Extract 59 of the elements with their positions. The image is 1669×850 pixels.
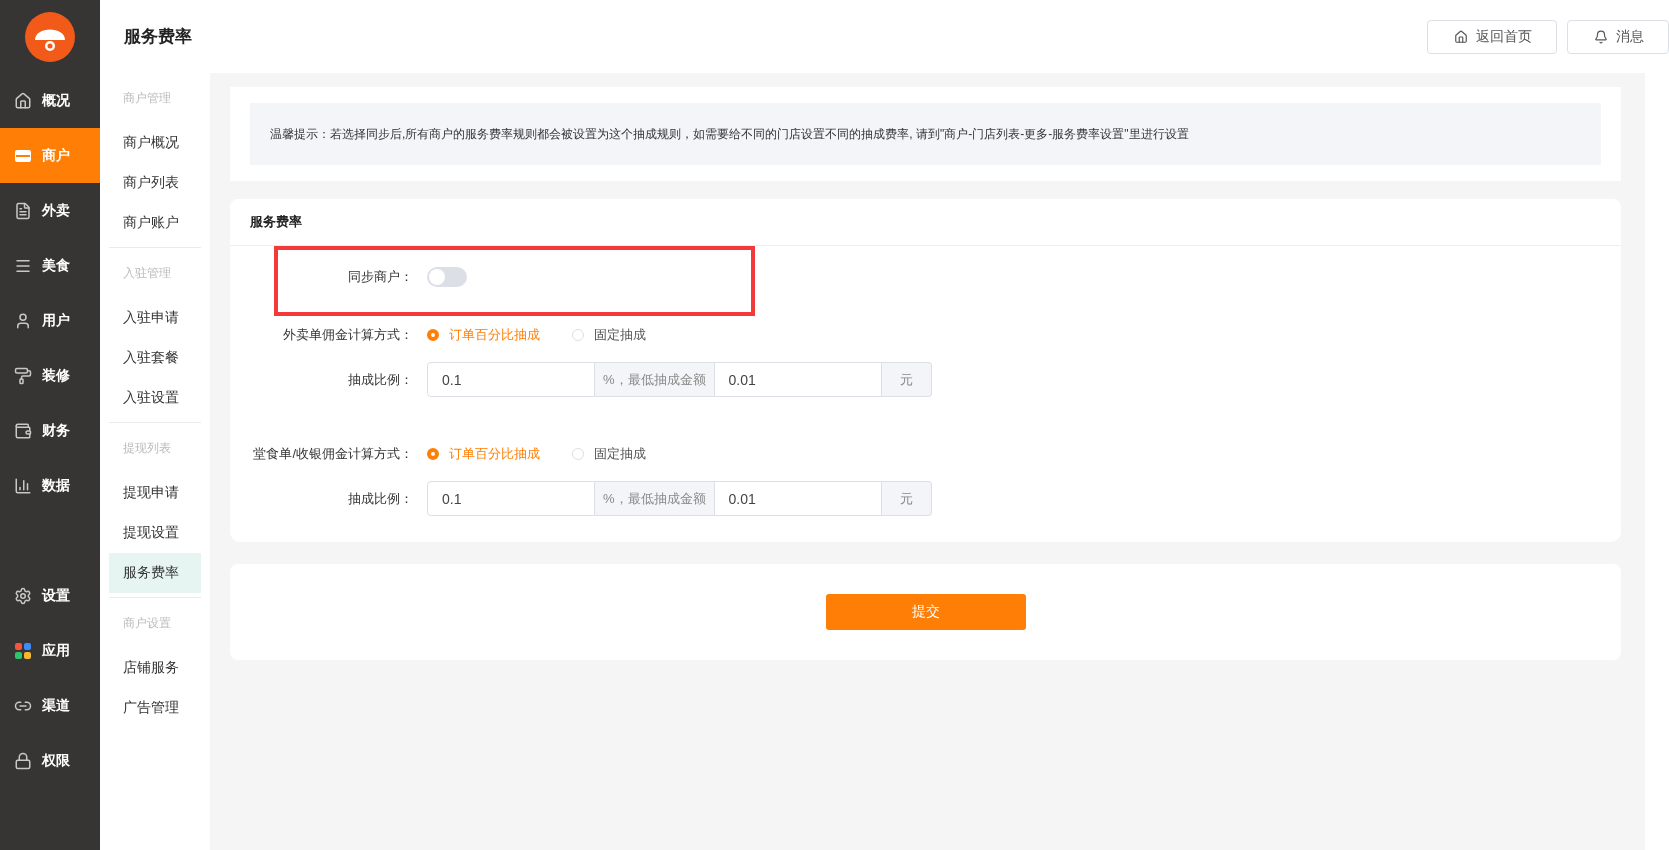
document-icon: [14, 201, 32, 220]
sidebar-item[interactable]: 设置: [0, 568, 100, 623]
sidebar-item[interactable]: 美食: [0, 238, 100, 293]
input-addon: 元: [881, 481, 932, 516]
wallet-icon: [14, 421, 32, 440]
input-addon: %，最低抽成金额: [595, 362, 715, 397]
bell-icon: [1594, 29, 1608, 44]
subnav-heading: 商户管理: [122, 89, 172, 107]
notice-text: 温馨提示：若选择同步后,所有商户的服务费率规则都会被设置为这个抽成规则，如需要给不同的门店设置不同的抽成费率, 请到"商户-门店列表-更多-服务费率设置"里进行设置: [250, 103, 1601, 165]
sidebar-item[interactable]: 财务: [0, 403, 100, 458]
home-icon: [1454, 29, 1468, 44]
field-label: 抽成比例：: [347, 489, 414, 508]
lock-icon: [14, 751, 32, 770]
bar-chart-icon: [14, 476, 32, 495]
subnav-item[interactable]: 商户列表: [109, 163, 201, 203]
subnav-item[interactable]: 提现设置: [109, 513, 201, 553]
subnav-heading: 商户设置: [122, 614, 172, 632]
min-amount-input[interactable]: 0.01: [714, 481, 882, 516]
radio-option[interactable]: 固定抽成: [572, 326, 646, 344]
field-label: 外卖单佣金计算方式：: [282, 326, 414, 344]
subnav-heading: 入驻管理: [122, 264, 172, 282]
subnav-item[interactable]: 入驻申请: [109, 298, 201, 338]
subnav-item[interactable]: 店铺服务: [109, 648, 201, 688]
subnav-item[interactable]: 提现申请: [109, 473, 201, 513]
sync-toggle[interactable]: [427, 267, 467, 287]
subnav-item[interactable]: 入驻套餐: [109, 338, 201, 378]
roller-icon: [14, 366, 32, 385]
home-button[interactable]: 返回首页: [1427, 19, 1557, 54]
page-title: 服务费率: [124, 26, 193, 48]
sidebar-item[interactable]: 外卖: [0, 183, 100, 238]
sidebar-item[interactable]: 应用: [0, 623, 100, 678]
field-label: 抽成比例：: [347, 370, 414, 389]
settings-icon: [14, 586, 32, 605]
subnav-item[interactable]: 服务费率: [109, 553, 201, 593]
input-addon: 元: [881, 362, 932, 397]
user-icon: [14, 311, 32, 330]
apps-icon: [14, 641, 32, 660]
sidebar-item[interactable]: 渠道: [0, 678, 100, 733]
radio-option[interactable]: 固定抽成: [572, 445, 646, 463]
field-label: 同步商户：: [347, 268, 414, 286]
subnav-item[interactable]: 商户账户: [109, 203, 201, 243]
rate-input[interactable]: 0.1: [427, 481, 595, 516]
rate-input[interactable]: 0.1: [427, 362, 595, 397]
messages-button[interactable]: 消息: [1567, 19, 1669, 54]
min-amount-input[interactable]: 0.01: [714, 362, 882, 397]
sidebar-item[interactable]: 权限: [0, 733, 100, 788]
field-label: 堂食单/收银佣金计算方式：: [252, 445, 414, 463]
sidebar-item[interactable]: 装修: [0, 348, 100, 403]
input-addon: %，最低抽成金额: [595, 481, 715, 516]
sidebar-item[interactable]: 数据: [0, 458, 100, 513]
logo-icon: [25, 11, 75, 62]
home-icon: [14, 91, 32, 110]
subnav-heading: 提现列表: [122, 439, 172, 457]
sidebar-item[interactable]: 用户: [0, 293, 100, 348]
subnav-item[interactable]: 广告管理: [109, 688, 201, 728]
subnav-item[interactable]: 商户概况: [109, 123, 201, 163]
section-title: 服务费率: [230, 199, 1621, 246]
subnav-item[interactable]: 入驻设置: [109, 378, 201, 418]
sidebar-item[interactable]: 概况: [0, 73, 100, 128]
